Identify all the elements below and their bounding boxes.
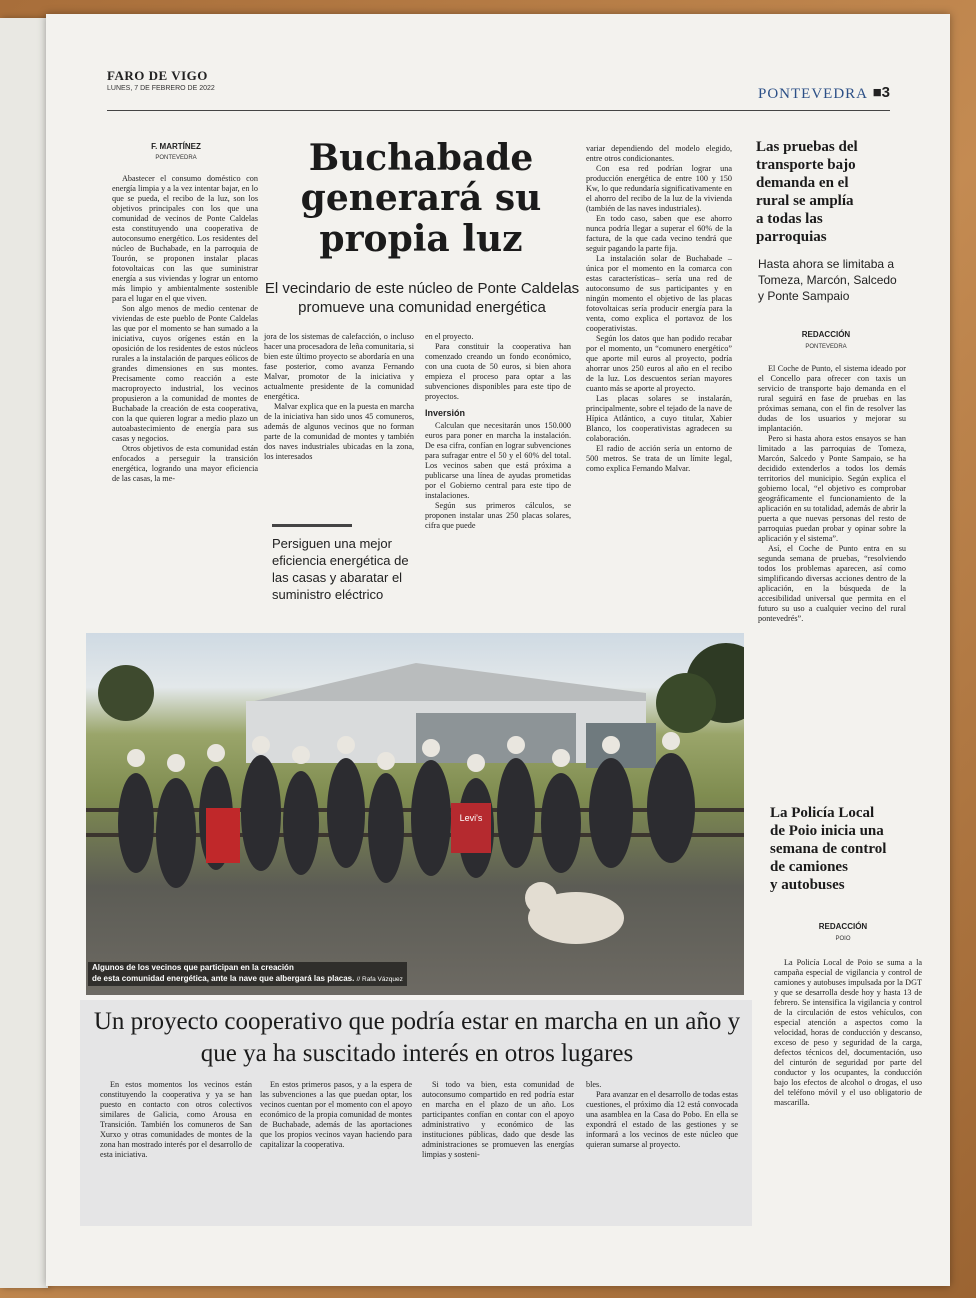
paragraph: El Coche de Punto, el sistema ideado por… [758,364,906,433]
paragraph: Según los datos que han podido recabar p… [586,334,732,393]
paragraph: En estos primeros pasos, y a la espera d… [260,1080,412,1149]
headline-line: Buchabade [308,137,534,179]
paragraph: Así, el Coche de Punto entra en su segun… [758,544,906,623]
subhead-line: El vecindario de este núcleo de Ponte Ca… [264,280,580,297]
paragraph: en el proyecto. [425,332,474,341]
section-subtitle: Inversión [425,408,466,418]
headline-line: transporte bajo [756,157,856,173]
caption-line: Algunos de los vecinos que participan en… [92,963,294,972]
subhead-line: promueve una comunidad energética [298,298,546,316]
quote-rule [272,524,352,527]
paragraph: La Policía Local de Poio se suma a la ca… [774,958,922,1107]
photo-caption: Algunos de los vecinos que participan en… [88,962,407,986]
pull-quote: Persiguen una mejor eficiencia energétic… [272,536,409,602]
bottom-column-3: Si todo va bien, esta comunidad de autoc… [422,1080,574,1160]
headline-line: parroquias [756,229,827,245]
main-subhead: El vecindario de este núcleo de Ponte Ca… [261,280,583,318]
paragraph: Otros objetivos de esta comunidad están … [112,444,258,483]
main-column-2: jora de los sistemas de calefacción, o i… [264,332,414,462]
side-story-1-body: El Coche de Punto, el sistema ideado por… [758,364,906,624]
bottom-headline: Un proyecto cooperativo que podría estar… [93,1008,741,1067]
main-column-1: Abastecer el consumo doméstico con energ… [112,174,258,484]
side-story-1-deck: Hasta ahora se limitaba a Tomeza, Marcón… [758,257,897,304]
paragraph: Malvar explica que en la puesta en march… [264,402,414,461]
photo-illustration: Levi's [86,643,744,944]
headline-line: a todas las [756,211,823,227]
headline-line: semana de control [770,841,887,857]
headline-line: demanda en el [756,175,849,191]
paragraph: En todo caso, saben que ese ahorro nunca… [586,214,732,253]
paragraph: Para avanzar en el desarrollo de todas e… [586,1090,738,1149]
side-story-1-place: PONTEVEDRA [805,344,847,350]
paragraph: Las placas solares se instalarán, princi… [586,394,732,443]
facing-page-edge [0,18,48,1288]
main-column-4: variar dependiendo del modelo elegido, e… [586,144,732,474]
headline-line: propia luz [319,217,523,260]
group-photo: Levi's [86,633,744,995]
headline-line: rural se amplía [756,193,854,209]
paragraph: Si todo va bien, esta comunidad de autoc… [422,1080,574,1159]
paragraph: variar dependiendo del modelo elegido, e… [586,144,732,163]
headline-line: y autobuses [770,877,845,893]
newspaper-page: FARO DE VIGO LUNES, 7 DE FEBRERO DE 2022… [46,14,950,1286]
side-story-2-headline: La Policía Local de Poio inicia una sema… [770,804,920,894]
main-byline: F. MARTÍNEZ [151,142,201,151]
paragraph: Son algo menos de medio centenar de vivi… [112,304,258,443]
caption-line: de esta comunidad energética, ante la na… [92,973,355,983]
bottom-column-4: bles. Para avanzar en el desarrollo de t… [586,1080,738,1150]
paragraph: Según sus primeros cálculos, se proponen… [425,501,571,530]
headline-line: de Poio inicia una [770,823,884,839]
masthead-date: LUNES, 7 DE FEBRERO DE 2022 [107,85,215,92]
side-story-2-place: POIO [835,936,851,942]
main-column-3: en el proyecto. Para constituir la coope… [425,332,571,531]
side-story-1-byline: REDACCIÓN [801,330,851,339]
paragraph: Abastecer el consumo doméstico con energ… [112,174,258,303]
main-byline-place: PONTEVEDRA [155,155,197,161]
paragraph: bles. [586,1080,602,1089]
paragraph: Pero si hasta ahora estos ensayos se han… [758,434,906,543]
paragraph: En estos momentos los vecinos están cons… [100,1080,252,1159]
masthead-rule [107,110,890,111]
paragraph: Con esa red podrían lograr una producció… [586,164,732,213]
headline-line: generará su [300,177,542,220]
photo-credit: // Rafa Vázquez [356,975,403,983]
paragraph: Para constituir la cooperativa han comen… [425,342,571,401]
paragraph: El radio de acción sería un entorno de 5… [586,444,732,473]
shirt-logo: Levi's [460,813,483,823]
bottom-column-1: En estos momentos los vecinos están cons… [100,1080,252,1160]
side-story-1-headline: Las pruebas del transporte bajo demanda … [756,138,906,246]
paragraph: jora de los sistemas de calefacción, o i… [264,332,414,401]
page-number: ■3 [872,84,890,101]
section-name: PONTEVEDRA [758,86,868,102]
side-story-2-byline: REDACCIÓN [818,922,868,931]
side-story-2-body: La Policía Local de Poio se suma a la ca… [774,958,922,1108]
paragraph: Calculan que necesitarán unos 150.000 eu… [425,421,571,500]
paragraph: La instalación solar de Buchabade –única… [586,254,732,333]
headline-line: La Policía Local [770,805,875,821]
headline-line: de camiones [770,859,848,875]
masthead-paper: FARO DE VIGO [107,68,208,83]
main-headline: Buchabade generará su propia luz [271,138,571,259]
headline-line: Las pruebas del [756,139,858,155]
bottom-column-2: En estos primeros pasos, y a la espera d… [260,1080,412,1150]
